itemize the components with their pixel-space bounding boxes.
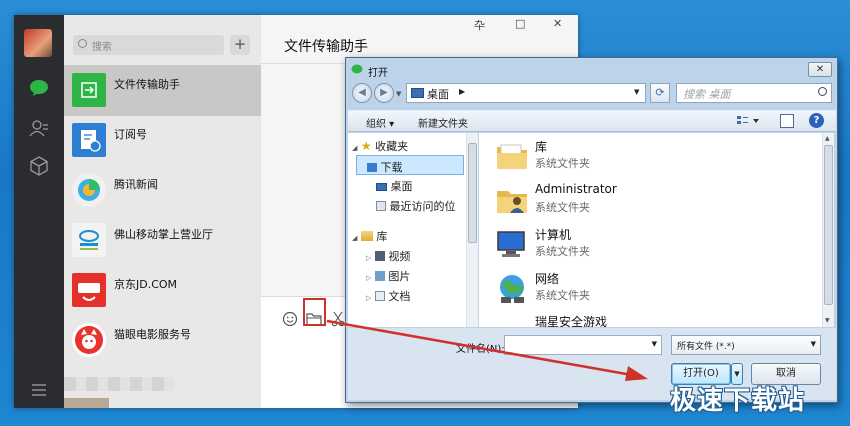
annotation-arrow [326,319,648,381]
watermark-text: 极速下载站 [670,386,806,416]
